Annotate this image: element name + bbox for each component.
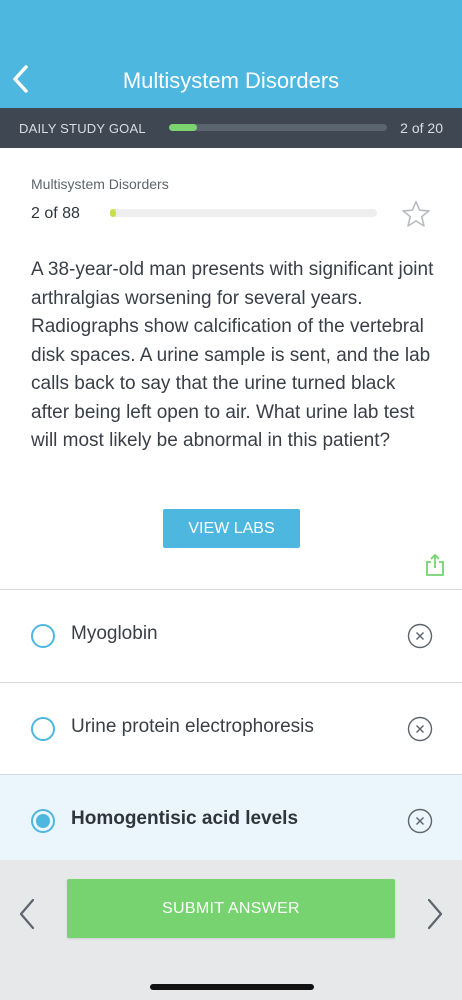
chevron-right-icon bbox=[427, 898, 443, 930]
answer-option-label: Urine protein electrophoresis bbox=[71, 716, 314, 737]
study-goal-label: DAILY STUDY GOAL bbox=[19, 121, 146, 136]
share-icon bbox=[426, 554, 444, 576]
study-goal-progress-track bbox=[169, 124, 387, 131]
radio-button[interactable] bbox=[31, 624, 55, 648]
page-title: Multisystem Disorders bbox=[122, 68, 340, 93]
header: Multisystem Disorders bbox=[0, 0, 462, 108]
radio-dot bbox=[36, 814, 50, 828]
daily-study-goal-bar: DAILY STUDY GOAL 2 of 20 bbox=[0, 108, 462, 148]
close-circle-icon bbox=[407, 716, 433, 742]
eliminate-option-button[interactable] bbox=[407, 808, 433, 834]
radio-button-selected[interactable] bbox=[31, 809, 55, 833]
footer-bar: SUBMIT ANSWER bbox=[0, 860, 462, 1000]
question-count: 2 of 88 bbox=[31, 205, 80, 222]
radio-button[interactable] bbox=[31, 717, 55, 741]
chevron-left-icon bbox=[19, 898, 35, 930]
question-progress-fill bbox=[110, 209, 117, 217]
study-goal-progress-fill bbox=[169, 124, 198, 131]
answer-option-1[interactable]: Myoglobin bbox=[0, 590, 462, 682]
question-progress-track bbox=[110, 209, 377, 217]
question-text: A 38-year-old man presents with signific… bbox=[31, 259, 434, 451]
close-circle-icon bbox=[407, 623, 433, 649]
question-category: Multisystem Disorders bbox=[31, 176, 169, 192]
eliminate-option-button[interactable] bbox=[407, 623, 433, 649]
answer-option-2[interactable]: Urine protein electrophoresis bbox=[0, 683, 462, 775]
previous-question-button[interactable] bbox=[16, 894, 38, 934]
eliminate-option-button[interactable] bbox=[407, 716, 433, 742]
answer-option-3[interactable]: Homogentisic acid levels bbox=[0, 775, 462, 860]
next-question-button[interactable] bbox=[424, 894, 446, 934]
view-labs-button[interactable]: VIEW LABS bbox=[163, 509, 300, 548]
study-goal-count: 2 of 20 bbox=[400, 120, 443, 136]
submit-answer-button[interactable]: SUBMIT ANSWER bbox=[67, 879, 395, 938]
answer-option-label: Homogentisic acid levels bbox=[71, 808, 299, 829]
bookmark-button[interactable] bbox=[401, 199, 431, 229]
close-circle-icon bbox=[407, 808, 433, 834]
share-button[interactable] bbox=[424, 553, 446, 577]
home-indicator bbox=[150, 984, 314, 990]
star-icon bbox=[402, 200, 430, 227]
answer-option-label: Myoglobin bbox=[71, 623, 158, 644]
